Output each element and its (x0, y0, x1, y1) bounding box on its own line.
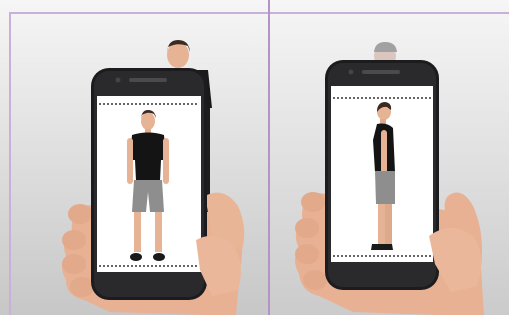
speaker-slot (129, 78, 167, 82)
front-camera (348, 69, 354, 75)
figure-canvas (0, 0, 509, 315)
speaker-slot (362, 70, 400, 74)
frame-top-border (10, 12, 509, 14)
front-camera (115, 77, 121, 83)
panel-divider (268, 0, 270, 315)
side-view-panel (269, 0, 509, 315)
front-view-panel (0, 0, 268, 315)
frame-left-border (9, 12, 11, 315)
